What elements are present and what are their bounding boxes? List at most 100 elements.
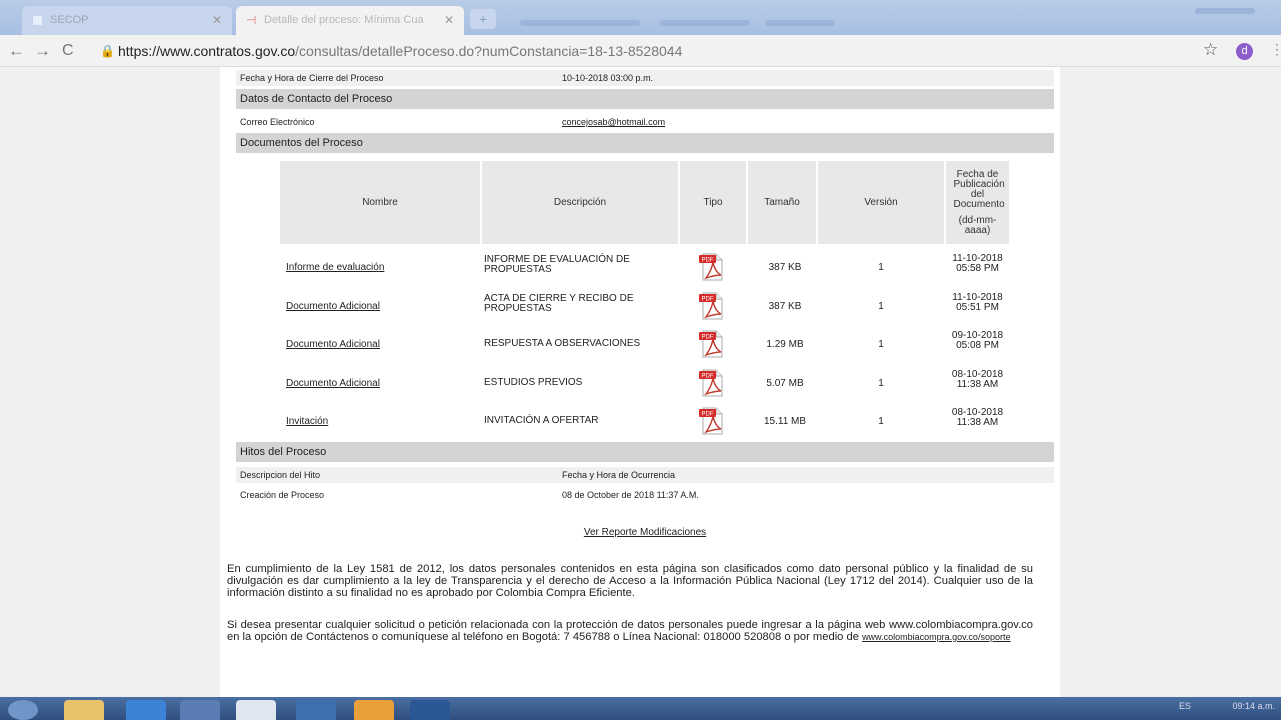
tab-strip-decoration	[660, 20, 750, 26]
closing-row: Fecha y Hora de Cierre del Proceso 10-10…	[236, 70, 1054, 86]
document-version: 1	[878, 416, 884, 427]
pdf-file-icon[interactable]: PDF	[698, 406, 724, 436]
email-row: Correo Electrónico concejosab@hotmail.co…	[236, 114, 1054, 130]
fecha-header-label: Fecha de Publicación del Documento	[953, 168, 1005, 210]
page-viewport: Fecha y Hora de Cierre del Proceso 10-10…	[0, 67, 1281, 697]
address-bar[interactable]: 🔒 https://www.contratos.gov.co/consultas…	[96, 39, 1186, 63]
document-date: 11-10-2018 05:51 PM	[946, 291, 1009, 313]
milestones-header-row: Descripcion del Hito Fecha y Hora de Ocu…	[236, 467, 1054, 483]
milestone-desc-header: Descripcion del Hito	[240, 470, 321, 480]
url-host: https://www.contratos.gov.co	[118, 43, 296, 59]
milestone-date: 08 de October de 2018 11:37 A.M.	[562, 490, 699, 500]
right-margin	[1060, 67, 1281, 697]
pdf-badge-text: PDF	[702, 335, 714, 341]
col-header-fecha: Fecha de Publicación del Documento (dd-m…	[946, 161, 1009, 244]
document-size: 5.07 MB	[766, 377, 804, 389]
document-date: 08-10-2018 11:38 AM	[946, 408, 1009, 428]
tab-strip-decoration	[765, 20, 835, 26]
legal-paragraph-2: Si desea presentar cualquier solicitud o…	[227, 619, 1033, 643]
document-date: 08-10-2018 11:38 AM	[946, 368, 1009, 390]
internet-explorer-icon[interactable]	[126, 700, 166, 720]
document-date-day: 08-10-2018	[951, 368, 1004, 380]
document-name-link[interactable]: Informe de evaluación	[286, 262, 384, 273]
menu-icon[interactable]: ⋮	[1270, 41, 1281, 58]
document-size: 15.11 MB	[763, 416, 807, 427]
close-icon[interactable]: ✕	[444, 6, 454, 35]
back-icon[interactable]: ←	[8, 41, 25, 61]
file-explorer-icon[interactable]	[64, 700, 104, 720]
document-version: 1	[878, 377, 884, 389]
left-margin	[0, 67, 220, 697]
document-size: 1.29 MB	[766, 339, 804, 350]
report-link-wrapper: Ver Reporte Modificaciones	[236, 527, 1054, 538]
document-description: INFORME DE EVALUACIÓN DE PROPUESTAS	[484, 254, 630, 275]
document-date: 11-10-2018 05:58 PM	[946, 254, 1009, 274]
email-link[interactable]: concejosab@hotmail.com	[562, 114, 665, 130]
window-controls[interactable]	[1195, 8, 1255, 14]
closing-label: Fecha y Hora de Cierre del Proceso	[240, 73, 384, 83]
new-tab-button[interactable]: +	[470, 9, 496, 29]
document-name-link[interactable]: Documento Adicional	[286, 339, 380, 350]
document-version: 1	[878, 339, 884, 350]
tab-strip-decoration	[520, 20, 640, 26]
pdf-file-icon[interactable]: PDF	[698, 368, 724, 398]
document-name-link[interactable]: Documento Adicional	[286, 301, 380, 312]
start-button[interactable]	[8, 700, 38, 720]
email-label: Correo Electrónico	[240, 117, 315, 127]
app-icon[interactable]	[354, 700, 394, 720]
document-date-day: 11-10-2018	[952, 291, 1003, 303]
tab-title: Detalle del proceso: Mínima Cua	[264, 14, 424, 26]
milestones-section-header: Hitos del Proceso	[236, 442, 1054, 462]
lock-icon: 🔒	[100, 44, 115, 58]
document-row: Documento Adicional RESPUESTA A OBSERVACI…	[280, 327, 1009, 364]
document-date-time: 05:08 PM	[956, 340, 999, 351]
outlook-icon[interactable]	[296, 700, 336, 720]
document-description: RESPUESTA A OBSERVACIONES	[484, 338, 641, 349]
documents-section-header: Documentos del Proceso	[236, 133, 1054, 153]
pdf-file-icon[interactable]: PDF	[698, 252, 724, 282]
milestone-date-header: Fecha y Hora de Ocurrencia	[562, 470, 676, 480]
page-icon	[32, 15, 43, 26]
url-path: /consultas/detalleProceso.do?numConstanc…	[295, 43, 683, 59]
tab-secop[interactable]: SECOP ✕	[22, 6, 232, 35]
document-row: Documento Adicional ESTUDIOS PREVIOS PDF 5.…	[280, 366, 1009, 403]
clock[interactable]: 09:14 a.m.	[1232, 701, 1275, 711]
document-description: INVITACIÓN A OFERTAR	[484, 415, 599, 426]
tab-strip: SECOP ✕ ⊣ Detalle del proceso: Mínima Cu…	[0, 0, 1281, 35]
document-date-time: 11:38 AM	[956, 378, 999, 390]
tab-detalle-proceso[interactable]: ⊣ Detalle del proceso: Mínima Cua ✕	[236, 6, 464, 35]
profile-avatar[interactable]: d	[1236, 43, 1253, 60]
col-header-descripcion: Descripción	[482, 161, 678, 244]
tab-title: SECOP	[50, 14, 89, 26]
bookmark-star-icon[interactable]: ☆	[1203, 40, 1218, 60]
document-name-link[interactable]: Documento Adicional	[286, 378, 380, 389]
os-taskbar: ES 09:14 a.m.	[0, 697, 1281, 720]
milestone-desc: Creación de Proceso	[240, 490, 325, 500]
col-header-tipo: Tipo	[680, 161, 746, 244]
document-version: 1	[878, 262, 884, 273]
document-description: ACTA DE CIERRE Y RECIBO DE PROPUESTAS	[484, 292, 634, 314]
report-modifications-link[interactable]: Ver Reporte Modificaciones	[584, 527, 706, 538]
word-icon[interactable]	[410, 700, 450, 720]
chrome-icon[interactable]	[236, 700, 276, 720]
pdf-badge-text: PDF	[702, 412, 714, 418]
document-name-link[interactable]: Invitación	[286, 416, 328, 427]
close-icon[interactable]: ✕	[212, 6, 222, 35]
browser-toolbar: ← → C 🔒 https://www.contratos.gov.co/con…	[0, 35, 1281, 67]
pdf-file-icon[interactable]: PDF	[698, 291, 724, 321]
support-link[interactable]: www.colombiacompra.gov.co/soporte	[862, 632, 1010, 642]
language-indicator[interactable]: ES	[1179, 701, 1191, 711]
pdf-badge-text: PDF	[702, 296, 714, 302]
document-size: 387 KB	[768, 262, 802, 273]
pdf-badge-text: PDF	[702, 258, 714, 264]
pdf-file-icon[interactable]: PDF	[698, 329, 724, 359]
reload-icon[interactable]: C	[62, 41, 74, 61]
document-row: Informe de evaluación INFORME DE EVALUACI…	[280, 250, 1009, 287]
col-header-nombre: Nombre	[280, 161, 480, 244]
document-date-time: 05:51 PM	[956, 301, 999, 313]
document-date-time: 11:38 AM	[956, 417, 999, 428]
media-player-icon[interactable]	[180, 700, 220, 720]
document-date: 09-10-2018 05:08 PM	[946, 331, 1009, 351]
document-date-time: 05:58 PM	[956, 263, 999, 274]
forward-icon[interactable]: →	[34, 41, 51, 61]
